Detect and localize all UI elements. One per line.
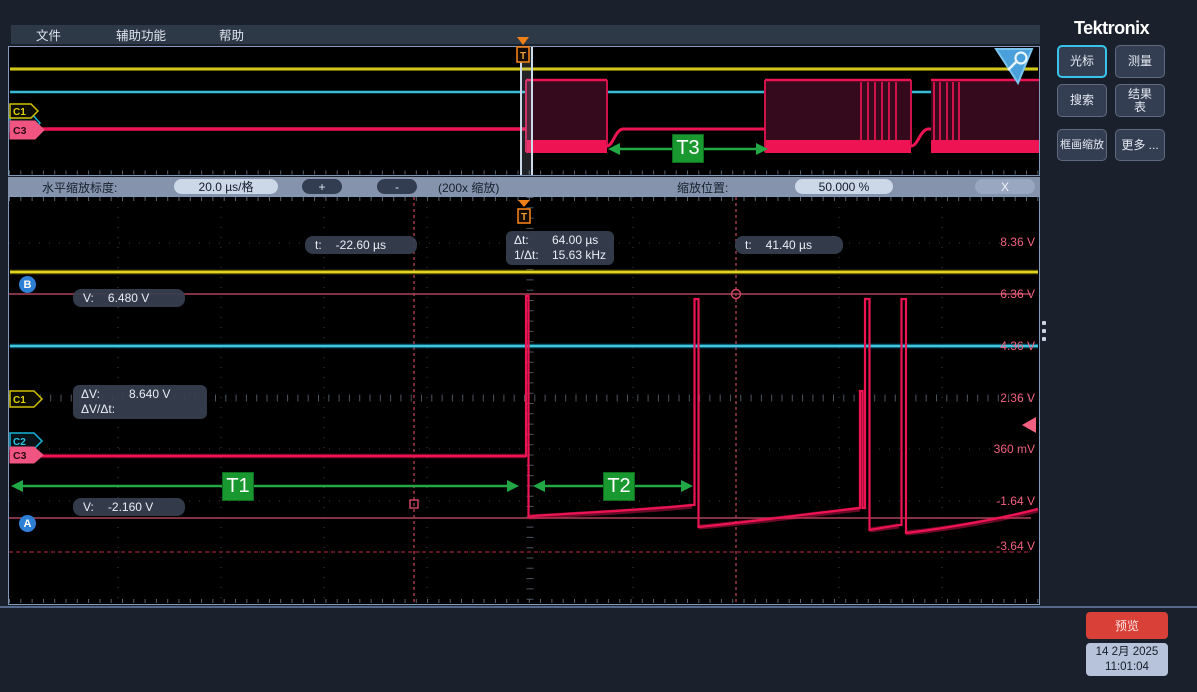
time-value: 11:01:04	[1086, 660, 1168, 675]
menu-help[interactable]: 帮助	[219, 25, 244, 44]
panel-drag-handle[interactable]	[1042, 321, 1046, 341]
dv-label: ΔV:	[81, 387, 129, 402]
cursor-b-time-value: 41.40 µs	[766, 238, 812, 252]
date-value: 14 2月 2025	[1086, 645, 1168, 660]
measure-button[interactable]: 测量	[1115, 45, 1165, 78]
axis-label-3: 2.36 V	[977, 391, 1035, 405]
cursor-b-marker[interactable]: B	[19, 276, 36, 293]
zoom-window-indicator[interactable]	[520, 47, 533, 175]
t1-arrow	[11, 480, 519, 492]
main-trigger-marker[interactable]: T	[518, 200, 530, 223]
results-table-button[interactable]: 结果表	[1115, 84, 1165, 117]
tektronix-logo: Tektronix	[1074, 18, 1149, 39]
dv-value: 8.640 V	[129, 387, 170, 401]
dt-label: Δt:	[514, 233, 552, 248]
zoom-position-label: 缩放位置:	[677, 179, 728, 196]
cursor-b-volt-value: 6.480 V	[108, 291, 149, 305]
box-zoom-button[interactable]: 框画缩放	[1057, 129, 1107, 161]
main-trigger-label: T	[521, 212, 527, 223]
cursor-b-volt-label: V:	[83, 291, 94, 305]
zoom-scale-label: 水平缩放标度:	[42, 179, 117, 196]
cursor-a-volt-value: -2.160 V	[108, 500, 153, 514]
search-button[interactable]: 搜索	[1057, 84, 1107, 117]
t3-annotation-label: T3	[672, 134, 704, 163]
dt-value: 64.00 µs	[552, 233, 598, 247]
oscilloscope-screen: 文件 辅助功能 帮助	[0, 0, 1197, 692]
cursor-b-time-readout[interactable]: t: 41.40 µs	[735, 236, 843, 254]
cursor-a-time-label: t:	[315, 238, 322, 252]
cursor-a-time-value: -22.60 µs	[336, 238, 386, 252]
delta-volt-readout: ΔV:8.640 V ΔV/Δt:	[73, 385, 207, 419]
overview-ch1-marker-label: C1	[13, 107, 26, 118]
axis-label-4: 360 mV	[977, 442, 1035, 456]
axis-label-0: 8.36 V	[977, 235, 1035, 249]
overview-ch3-marker-label: C3	[13, 125, 27, 137]
menu-file[interactable]: 文件	[36, 25, 61, 44]
axis-label-6: -3.64 V	[977, 539, 1035, 553]
cursor-button[interactable]: 光标	[1057, 45, 1107, 78]
cursor-a-time-readout[interactable]: t: -22.60 µs	[305, 236, 417, 254]
zoom-magnifier-icon[interactable]	[992, 45, 1036, 87]
t1-annotation-label: T1	[222, 472, 254, 501]
axis-label-2: 4.36 V	[977, 339, 1035, 353]
preview-button[interactable]: 预览	[1086, 612, 1168, 639]
datetime-badge: 14 2月 2025 11:01:04	[1086, 643, 1168, 676]
zoom-in-button[interactable]: +	[302, 179, 342, 194]
zoom-close-button[interactable]: X	[975, 179, 1035, 194]
cursor-a-volt-label: V:	[83, 500, 94, 514]
zoom-out-button[interactable]: -	[377, 179, 417, 194]
axis-label-1: 6.36 V	[977, 287, 1035, 301]
main-ch1-marker[interactable]: C1	[10, 391, 42, 407]
overview-trigger-marker[interactable]: T	[515, 36, 531, 66]
delta-time-readout: Δt:64.00 µs 1/Δt:15.63 kHz	[506, 231, 614, 265]
dvdt-label: ΔV/Δt:	[81, 402, 129, 417]
t2-annotation-label: T2	[603, 472, 635, 501]
axis-label-5: -1.64 V	[977, 494, 1035, 508]
invdt-label: 1/Δt:	[514, 248, 552, 263]
zoom-position-value[interactable]: 50.000 %	[795, 179, 893, 194]
cursor-a-volt-readout[interactable]: V: -2.160 V	[73, 498, 185, 516]
overview-ch1-marker[interactable]: C1	[10, 104, 38, 118]
menu-utility[interactable]: 辅助功能	[116, 25, 166, 44]
main-waveform-panel: T C1 C2 C3 t: -22.60 µs Δt:64.00 µs 1/Δt…	[8, 196, 1040, 605]
right-panel: Tektronix 光标 测量 搜索 结果表 框画缩放 更多 ... 测量 1 …	[1042, 0, 1197, 606]
cursor-b-time-label: t:	[745, 238, 752, 252]
zoom-factor-label: (200x 缩放)	[438, 179, 499, 196]
invdt-value: 15.63 kHz	[552, 248, 606, 262]
zoom-toolbar: 水平缩放标度: 20.0 µs/格 + - (200x 缩放) 缩放位置: 50…	[8, 177, 1040, 196]
svg-text:C3: C3	[13, 450, 27, 462]
svg-text:C1: C1	[13, 395, 26, 406]
trigger-level-arrow[interactable]	[1022, 417, 1036, 433]
main-ch3-marker[interactable]: C3	[10, 447, 43, 463]
zoom-scale-value[interactable]: 20.0 µs/格	[174, 179, 278, 194]
cursor-b-volt-readout[interactable]: V: 6.480 V	[73, 289, 185, 307]
overview-trigger-label: T	[520, 51, 526, 62]
more-button[interactable]: 更多 ...	[1115, 129, 1165, 161]
bottom-bar: Ch 1 5.00 V/格 1 MΩ 20 MHz Bw Ch 2 5.00 V…	[0, 608, 1197, 692]
svg-text:C2: C2	[13, 437, 26, 448]
cursor-a-marker[interactable]: A	[19, 515, 36, 532]
